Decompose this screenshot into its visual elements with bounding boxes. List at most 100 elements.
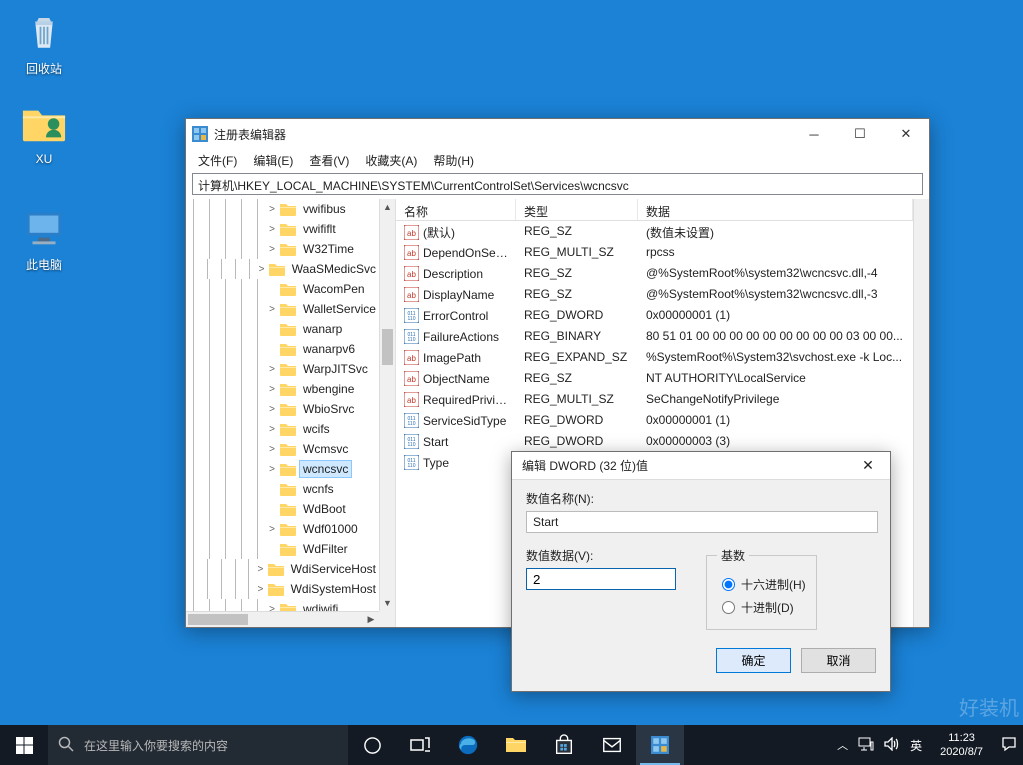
col-type[interactable]: 类型 bbox=[516, 199, 638, 220]
taskbar-edge[interactable] bbox=[444, 725, 492, 765]
close-button[interactable]: ✕ bbox=[883, 119, 929, 149]
desktop-icon-recycle-bin[interactable]: 回收站 bbox=[6, 8, 82, 77]
taskbar-store[interactable] bbox=[540, 725, 588, 765]
tray-chevron-up-icon[interactable]: ︿ bbox=[837, 737, 848, 753]
string-value-icon: ab bbox=[404, 392, 419, 407]
maximize-button[interactable]: ☐ bbox=[837, 119, 883, 149]
value-type: REG_SZ bbox=[516, 221, 638, 242]
tree-item[interactable]: >W32Time bbox=[186, 239, 379, 259]
listview-row[interactable]: abImagePathREG_EXPAND_SZ%SystemRoot%\Sys… bbox=[396, 347, 913, 368]
tree-item[interactable]: >wcifs bbox=[186, 419, 379, 439]
radio-hex[interactable] bbox=[722, 578, 735, 591]
listview-row[interactable]: abObjectNameREG_SZNT AUTHORITY\LocalServ… bbox=[396, 368, 913, 389]
radio-dec[interactable] bbox=[722, 601, 735, 614]
tree-scrollbar-v[interactable]: ▲▼ bbox=[379, 199, 395, 611]
tree-item[interactable]: >WdiSystemHost bbox=[186, 579, 379, 599]
taskbar-explorer[interactable] bbox=[492, 725, 540, 765]
tray-action-center-icon[interactable] bbox=[1001, 736, 1017, 755]
tree-twisty-icon[interactable]: > bbox=[266, 424, 278, 435]
tree-twisty-icon[interactable]: > bbox=[266, 404, 278, 415]
tree-scrollbar-h[interactable]: ◀▶ bbox=[186, 611, 379, 627]
tree-twisty-icon[interactable]: > bbox=[255, 584, 265, 595]
tree-item[interactable]: >WbioSrvc bbox=[186, 399, 379, 419]
tray-volume-icon[interactable] bbox=[884, 737, 900, 754]
col-name[interactable]: 名称 bbox=[396, 199, 516, 220]
tray-ime[interactable]: 英 bbox=[910, 737, 922, 754]
listview-row[interactable]: abDisplayNameREG_SZ@%SystemRoot%\system3… bbox=[396, 284, 913, 305]
tree-item[interactable]: wanarpv6 bbox=[186, 339, 379, 359]
tree-item[interactable]: wanarp bbox=[186, 319, 379, 339]
tree-item[interactable]: WdFilter bbox=[186, 539, 379, 559]
titlebar[interactable]: 注册表编辑器 ─ ☐ ✕ bbox=[186, 119, 929, 149]
tree-item[interactable]: >WalletService bbox=[186, 299, 379, 319]
tree-item[interactable]: >WarpJITSvc bbox=[186, 359, 379, 379]
tree-twisty-icon[interactable]: > bbox=[266, 524, 278, 535]
menu-view[interactable]: 查看(V) bbox=[301, 149, 357, 171]
dialog-close-button[interactable]: ✕ bbox=[846, 452, 890, 480]
cortana-button[interactable] bbox=[348, 725, 396, 765]
tree-twisty-icon[interactable]: > bbox=[256, 264, 267, 275]
col-data[interactable]: 数据 bbox=[638, 199, 913, 220]
desktop-icon-user-folder[interactable]: XU bbox=[6, 100, 82, 166]
tree-item[interactable]: >vwifibus bbox=[186, 199, 379, 219]
listview-scrollbar-v[interactable] bbox=[913, 199, 929, 627]
tree-item[interactable]: WdBoot bbox=[186, 499, 379, 519]
tree-twisty-icon[interactable]: > bbox=[266, 604, 278, 612]
listview-row[interactable]: 011110ErrorControlREG_DWORD0x00000001 (1… bbox=[396, 305, 913, 326]
tree-twisty-icon[interactable]: > bbox=[266, 224, 278, 235]
tree-twisty-icon[interactable]: > bbox=[266, 364, 278, 375]
menu-file[interactable]: 文件(F) bbox=[190, 149, 245, 171]
radio-dec-label[interactable]: 十进制(D) bbox=[717, 598, 806, 616]
listview-row[interactable]: 011110StartREG_DWORD0x00000003 (3) bbox=[396, 431, 913, 452]
radio-hex-label[interactable]: 十六进制(H) bbox=[717, 575, 806, 593]
menu-favorites[interactable]: 收藏夹(A) bbox=[357, 149, 425, 171]
value-data: %SystemRoot%\System32\svchost.exe -k Loc… bbox=[638, 347, 913, 368]
address-bar[interactable]: 计算机\HKEY_LOCAL_MACHINE\SYSTEM\CurrentCon… bbox=[192, 173, 923, 195]
tree-item[interactable]: >wdiwifi bbox=[186, 599, 379, 611]
tree-item[interactable]: >wcncsvc bbox=[186, 459, 379, 479]
tree-item[interactable]: wcnfs bbox=[186, 479, 379, 499]
tree-twisty-icon[interactable]: > bbox=[266, 204, 278, 215]
tree-view[interactable]: >vwifibus>vwififlt>W32Time>WaaSMedicSvcW… bbox=[186, 199, 396, 627]
listview-row[interactable]: ab(默认)REG_SZ(数值未设置) bbox=[396, 221, 913, 242]
folder-icon bbox=[280, 203, 296, 216]
tree-twisty-icon[interactable]: > bbox=[266, 444, 278, 455]
svg-text:ab: ab bbox=[407, 354, 416, 363]
tree-twisty-icon[interactable]: > bbox=[266, 244, 278, 255]
folder-icon bbox=[268, 583, 284, 596]
minimize-button[interactable]: ─ bbox=[791, 119, 837, 149]
value-name: RequiredPrivile... bbox=[423, 393, 514, 407]
task-view-button[interactable] bbox=[396, 725, 444, 765]
tree-item[interactable]: >WaaSMedicSvc bbox=[186, 259, 379, 279]
listview-row[interactable]: abRequiredPrivile...REG_MULTI_SZSeChange… bbox=[396, 389, 913, 410]
dialog-titlebar[interactable]: 编辑 DWORD (32 位)值 ✕ bbox=[512, 452, 890, 480]
tree-item[interactable]: WacomPen bbox=[186, 279, 379, 299]
listview-row[interactable]: abDescriptionREG_SZ@%SystemRoot%\system3… bbox=[396, 263, 913, 284]
ok-button[interactable]: 确定 bbox=[716, 648, 791, 673]
tray-network-icon[interactable] bbox=[858, 737, 874, 754]
tree-twisty-icon[interactable]: > bbox=[266, 304, 278, 315]
tree-twisty-icon[interactable]: > bbox=[255, 564, 265, 575]
tree-item[interactable]: >vwififlt bbox=[186, 219, 379, 239]
cancel-button[interactable]: 取消 bbox=[801, 648, 876, 673]
search-box[interactable]: 在这里输入你要搜索的内容 bbox=[48, 725, 348, 765]
tree-twisty-icon[interactable]: > bbox=[266, 464, 278, 475]
tree-twisty-icon[interactable]: > bbox=[266, 384, 278, 395]
tree-item[interactable]: >Wcmsvc bbox=[186, 439, 379, 459]
taskbar-regedit[interactable] bbox=[636, 725, 684, 765]
value-name-field[interactable]: Start bbox=[526, 511, 878, 533]
taskbar-mail[interactable] bbox=[588, 725, 636, 765]
tree-item[interactable]: >WdiServiceHost bbox=[186, 559, 379, 579]
desktop-icon-this-pc[interactable]: 此电脑 bbox=[6, 204, 82, 273]
tree-item[interactable]: >wbengine bbox=[186, 379, 379, 399]
value-data-input[interactable] bbox=[526, 568, 676, 590]
taskbar-clock[interactable]: 11:23 2020/8/7 bbox=[932, 731, 991, 759]
menu-help[interactable]: 帮助(H) bbox=[425, 149, 482, 171]
listview-row[interactable]: 011110ServiceSidTypeREG_DWORD0x00000001 … bbox=[396, 410, 913, 431]
menu-edit[interactable]: 编辑(E) bbox=[245, 149, 301, 171]
listview-header[interactable]: 名称 类型 数据 bbox=[396, 199, 913, 221]
listview-row[interactable]: 011110FailureActionsREG_BINARY80 51 01 0… bbox=[396, 326, 913, 347]
tree-item[interactable]: >Wdf01000 bbox=[186, 519, 379, 539]
listview-row[interactable]: abDependOnSer...REG_MULTI_SZrpcss bbox=[396, 242, 913, 263]
start-button[interactable] bbox=[0, 725, 48, 765]
